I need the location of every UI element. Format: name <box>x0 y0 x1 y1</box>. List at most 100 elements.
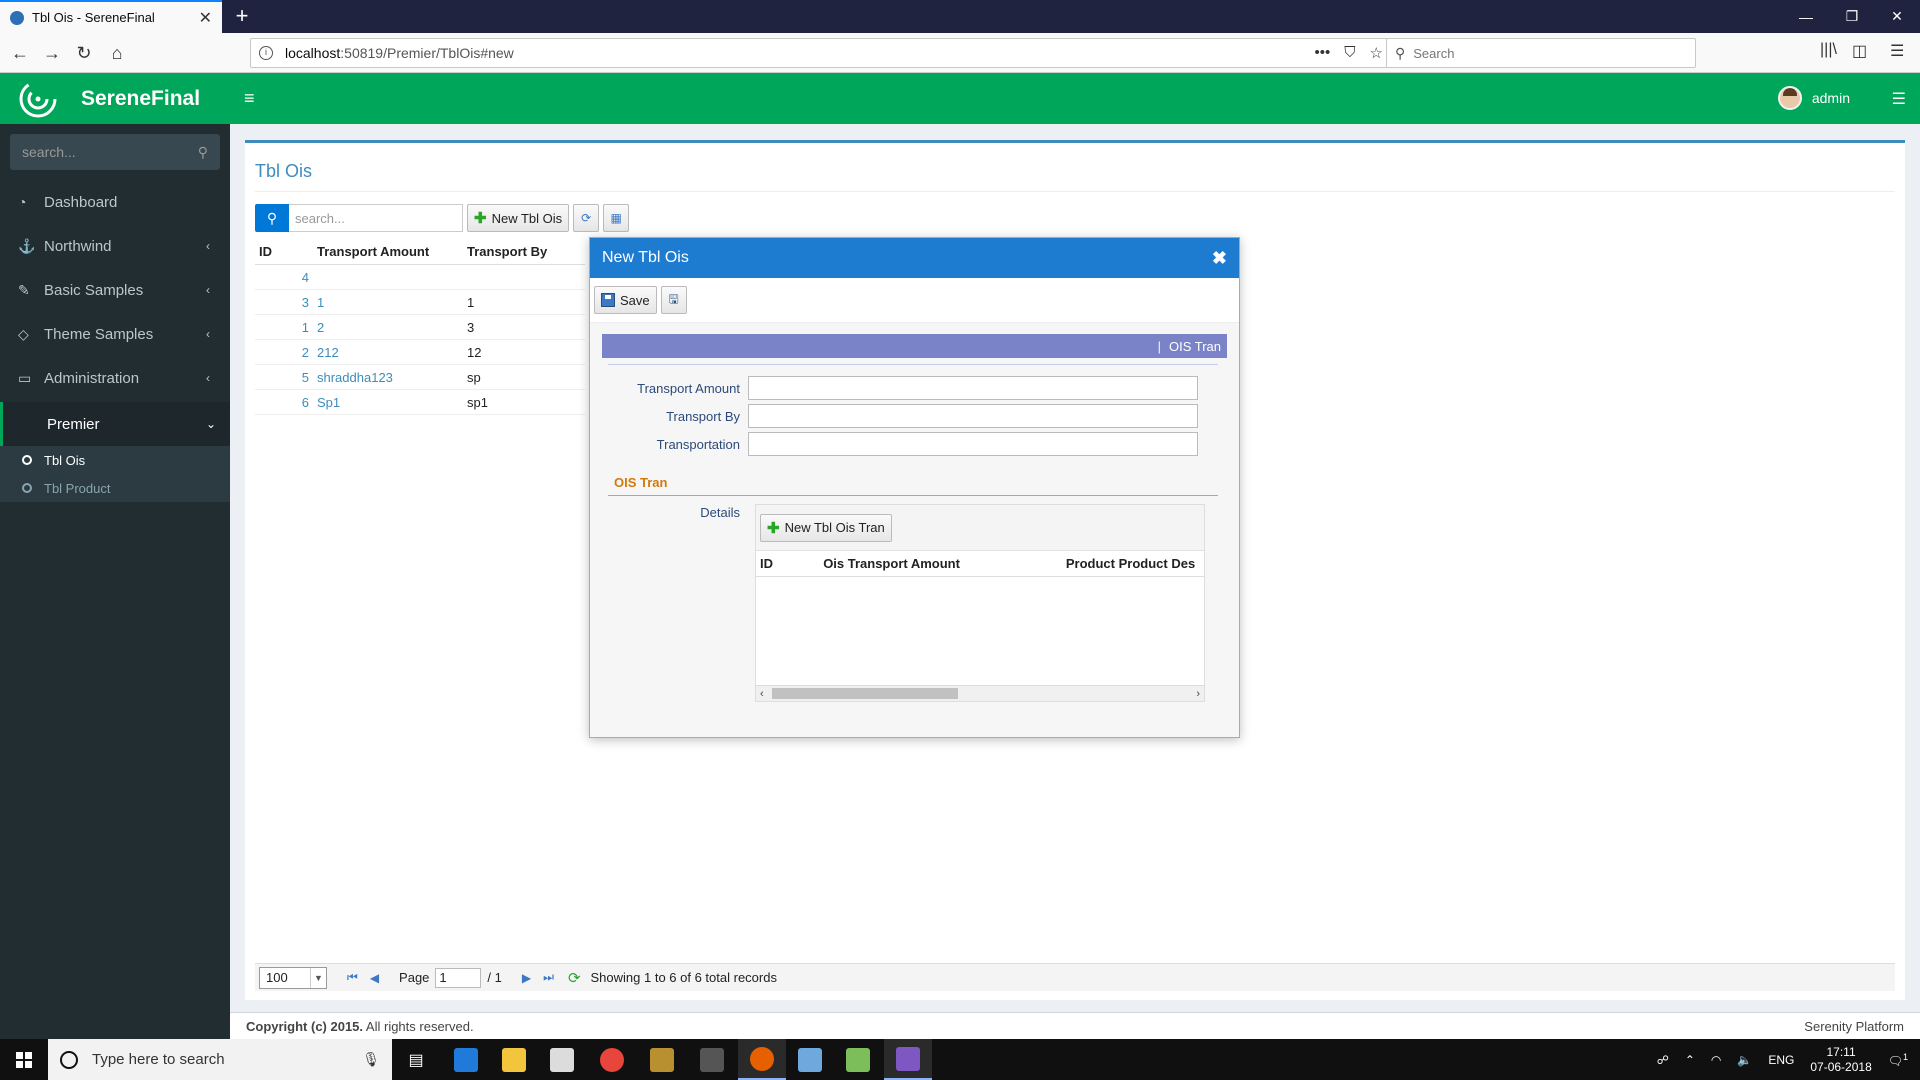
notes-app-icon[interactable] <box>786 1039 834 1080</box>
restore-window-icon[interactable]: ❐ <box>1829 0 1875 33</box>
sidebar-search-input[interactable]: search... ⚲ <box>10 134 220 170</box>
firefox-icon[interactable] <box>738 1039 786 1080</box>
table-row[interactable]: 5 shraddha123 sp <box>255 365 585 390</box>
scrollbar-thumb[interactable] <box>772 688 958 699</box>
cell-id[interactable]: 2 <box>255 345 317 360</box>
new-tab-icon[interactable]: + <box>230 4 254 28</box>
notification-center-icon[interactable]: 🗨1 <box>1888 1052 1908 1068</box>
edge-browser-icon[interactable] <box>442 1039 490 1080</box>
horizontal-scrollbar[interactable]: ‹ › <box>756 685 1204 701</box>
chevron-up-icon[interactable]: ⌃ <box>1685 1053 1695 1067</box>
save-button[interactable]: Save <box>594 286 657 314</box>
transport-by-input[interactable] <box>748 404 1198 428</box>
last-page-icon[interactable]: ⏭ <box>543 970 554 985</box>
column-header-id[interactable]: ID <box>756 556 819 571</box>
sidebar-subitem-tbl-ois[interactable]: Tbl Ois <box>0 446 230 474</box>
sidebar-subitem-tbl-product[interactable]: Tbl Product <box>0 474 230 502</box>
reload-icon[interactable]: ↻ <box>72 41 96 65</box>
new-tbl-ois-tran-button[interactable]: ✚ New Tbl Ois Tran <box>760 513 892 542</box>
site-info-icon[interactable]: i <box>259 46 273 60</box>
back-arrow-icon[interactable]: ← <box>8 41 32 65</box>
scroll-right-icon[interactable]: › <box>1196 688 1200 700</box>
forward-arrow-icon[interactable]: → <box>40 41 64 65</box>
cell-transport-amount[interactable]: 1 <box>317 295 467 310</box>
address-bar[interactable]: i localhost:50819/Premier/TblOis#new •••… <box>250 38 1392 68</box>
notepad-icon[interactable] <box>834 1039 882 1080</box>
page-size-select[interactable]: 100 ▼ <box>259 966 327 989</box>
language-indicator[interactable]: ENG <box>1768 1053 1794 1067</box>
column-header-transport-by[interactable]: Transport By <box>467 244 585 259</box>
browser-tab-active[interactable]: Tbl Ois - SereneFinal ✕ <box>0 0 222 33</box>
network-icon[interactable]: ◠ <box>1711 1053 1721 1067</box>
search-icon[interactable]: ⚲ <box>255 204 289 232</box>
transport-amount-input[interactable] <box>748 376 1198 400</box>
sidebar-toggle-icon[interactable]: ◫ <box>1852 41 1867 61</box>
task-view-icon[interactable]: ▤ <box>392 1039 440 1080</box>
user-menu[interactable]: admin <box>1777 86 1850 110</box>
apply-changes-button[interactable]: 🖫 <box>660 286 687 314</box>
browser-menu-icon[interactable]: ☰ <box>1890 41 1904 61</box>
library-icon[interactable]: |||\ <box>1820 41 1837 59</box>
sidebar-item-theme-samples[interactable]: ◇ Theme Samples ‹ <box>0 312 230 356</box>
table-row[interactable]: 1 2 3 <box>255 315 585 340</box>
column-header-product-description[interactable]: Product Product Des <box>1066 556 1204 571</box>
taskbar-search-box[interactable]: Type here to search 🎙 <box>48 1039 392 1080</box>
pocket-icon[interactable]: ⛉ <box>1344 44 1355 62</box>
table-row[interactable]: 3 1 1 <box>255 290 585 315</box>
sidebar-item-northwind[interactable]: ⚓ Northwind ‹ <box>0 224 230 268</box>
sidebar-item-basic-samples[interactable]: ✎ Basic Samples ‹ <box>0 268 230 312</box>
home-icon[interactable]: ⌂ <box>105 41 129 65</box>
app-logo[interactable]: SereneFinal <box>0 73 230 124</box>
refresh-button[interactable]: ⟳ <box>573 204 600 232</box>
sidebar-toggle-hamburger-icon[interactable]: ≡ <box>244 88 255 109</box>
volume-icon[interactable]: 🔈 <box>1737 1053 1752 1067</box>
column-header-transport-amount[interactable]: Transport Amount <box>317 244 467 259</box>
minimize-window-icon[interactable]: — <box>1783 0 1829 33</box>
microphone-icon[interactable]: 🎙 <box>362 1051 380 1068</box>
bookmark-star-icon[interactable]: ☆ <box>1370 44 1383 62</box>
column-header-ois-transport-amount[interactable]: Ois Transport Amount <box>819 556 1066 571</box>
table-row[interactable]: 6 Sp1 sp1 <box>255 390 585 415</box>
quick-search-input[interactable]: search... <box>289 204 463 232</box>
cell-id[interactable]: 3 <box>255 295 317 310</box>
store-icon[interactable] <box>538 1039 586 1080</box>
settings-menu-icon[interactable]: ☰ <box>1892 89 1906 109</box>
cell-id[interactable]: 6 <box>255 395 317 410</box>
calculator-icon[interactable] <box>688 1039 736 1080</box>
dialog-title-bar[interactable]: New Tbl Ois ✖ <box>590 238 1239 278</box>
people-icon[interactable]: ☍ <box>1657 1053 1669 1067</box>
sidebar-item-dashboard[interactable]: ◔ Dashboard <box>0 180 230 224</box>
close-icon[interactable]: ✖ <box>1212 248 1227 269</box>
visual-studio-icon[interactable] <box>884 1039 932 1080</box>
scroll-left-icon[interactable]: ‹ <box>760 688 764 700</box>
new-tbl-ois-button[interactable]: ✚ New Tbl Ois <box>467 204 570 232</box>
cell-id[interactable]: 4 <box>255 270 317 285</box>
category-link-ois-tran[interactable]: OIS Tran <box>1169 339 1221 354</box>
column-header-id[interactable]: ID <box>255 244 317 259</box>
cell-id[interactable]: 1 <box>255 320 317 335</box>
first-page-icon[interactable]: ⏮ <box>347 970 358 985</box>
tools-app-icon[interactable] <box>638 1039 686 1080</box>
browser-search-box[interactable]: ⚲ Search <box>1386 38 1696 68</box>
current-page-input[interactable]: 1 <box>435 967 482 988</box>
cell-transport-amount[interactable]: shraddha123 <box>317 370 467 385</box>
next-page-icon[interactable]: ▶ <box>522 971 531 985</box>
column-picker-button[interactable]: ▦ <box>603 204 630 232</box>
file-explorer-icon[interactable] <box>490 1039 538 1080</box>
cell-transport-amount[interactable]: 212 <box>317 345 467 360</box>
close-window-icon[interactable]: ✕ <box>1874 0 1920 33</box>
transportation-input[interactable] <box>748 432 1198 456</box>
sidebar-item-premier[interactable]: Premier ⌄ <box>0 402 230 446</box>
cell-transport-amount[interactable]: Sp1 <box>317 395 467 410</box>
previous-page-icon[interactable]: ◀ <box>370 971 379 985</box>
clock[interactable]: 17:11 07-06-2018 <box>1810 1045 1871 1075</box>
chrome-icon[interactable] <box>588 1039 636 1080</box>
cell-id[interactable]: 5 <box>255 370 317 385</box>
start-button[interactable] <box>0 1039 48 1080</box>
reload-grid-icon[interactable]: ⟳ <box>568 969 581 987</box>
table-row[interactable]: 2 212 12 <box>255 340 585 365</box>
cell-transport-amount[interactable]: 2 <box>317 320 467 335</box>
sidebar-item-administration[interactable]: ▭ Administration ‹ <box>0 356 230 400</box>
table-row[interactable]: 4 <box>255 265 585 290</box>
page-actions-icon[interactable]: ••• <box>1315 44 1331 62</box>
